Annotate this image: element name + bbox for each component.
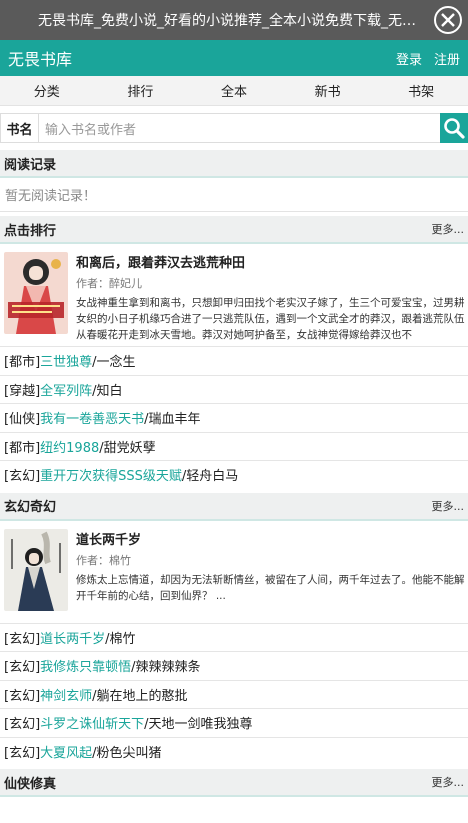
book-link[interactable]: 三世独尊 xyxy=(40,351,92,370)
genre-tag: [穿越] xyxy=(4,383,41,399)
book-link[interactable]: 我有一卷善恶天书 xyxy=(40,408,144,427)
register-link[interactable]: 注册 xyxy=(434,49,460,68)
book-author: /棉竹 xyxy=(105,631,136,647)
book-author: /瑞血丰年 xyxy=(144,412,201,428)
book-author: /甜党妖孽 xyxy=(99,440,156,456)
book-cover[interactable] xyxy=(4,252,68,334)
nav-item-bookshelf[interactable]: 书架 xyxy=(374,76,468,105)
section-header-hot: 点击排行 更多... xyxy=(0,216,468,244)
book-author: /辣辣辣辣条 xyxy=(131,660,201,676)
search-input[interactable]: 输入书名或作者 xyxy=(38,113,440,143)
close-icon[interactable] xyxy=(428,0,468,40)
book-link[interactable]: 全军列阵 xyxy=(40,380,92,399)
book-link[interactable]: 斗罗之诛仙斩天下 xyxy=(40,713,144,732)
section-title: 阅读记录 xyxy=(4,157,57,173)
more-link[interactable]: 更多... xyxy=(432,498,465,514)
site-logo[interactable]: 无畏书库 xyxy=(8,46,72,70)
genre-tag: [仙侠] xyxy=(4,412,41,428)
list-item: [玄幻] 我修炼只靠顿悟/辣辣辣辣条 xyxy=(0,651,468,680)
section-title: 仙侠修真 xyxy=(4,776,57,792)
book-description: 修炼太上忘情道，却因为无法斩断情丝，被留在了人间，两千年过去了。他能不能解开千年… xyxy=(76,573,465,602)
genre-tag: [玄幻] xyxy=(4,469,41,485)
book-author: /粉色尖叫猪 xyxy=(92,745,162,761)
window-titlebar: 无畏书库_免费小说_好看的小说推荐_全本小说免费下载_无畏书库 xyxy=(0,0,468,40)
book-description: 女战神重生拿到和离书，只想卸甲归田找个老实汉子嫁了，生三个可爱宝宝，过男耕女织的… xyxy=(76,297,465,340)
book-link[interactable]: 重开万次获得SSS级天赋 xyxy=(40,465,182,484)
section-header-fantasy: 玄幻奇幻 更多... xyxy=(0,492,468,521)
search-button[interactable] xyxy=(440,113,468,143)
book-link[interactable]: 道长两千岁 xyxy=(40,628,105,647)
section-header-xianxia: 仙侠修真 更多... xyxy=(0,769,468,797)
book-author: /知白 xyxy=(92,383,123,399)
book-link[interactable]: 纽约1988 xyxy=(40,437,99,456)
genre-tag: [都市] xyxy=(4,440,41,456)
genre-tag: [玄幻] xyxy=(4,688,41,704)
book-author: /躺在地上的憨批 xyxy=(92,688,188,704)
list-item: [玄幻] 重开万次获得SSS级天赋/轻舟白马 xyxy=(0,460,468,489)
main-nav: 分类 排行 全本 新书 书架 xyxy=(0,76,468,106)
window-title: 无畏书库_免费小说_好看的小说推荐_全本小说免费下载_无畏书库 xyxy=(38,13,428,29)
list-item: [穿越] 全军列阵/知白 xyxy=(0,374,468,404)
book-author: 作者：醉妃儿 xyxy=(76,277,142,290)
more-link[interactable]: 更多... xyxy=(432,221,465,237)
nav-item-new[interactable]: 新书 xyxy=(281,76,375,105)
section-title: 玄幻奇幻 xyxy=(4,500,57,515)
book-author: /天地一剑唯我独尊 xyxy=(144,717,253,733)
more-link[interactable]: 更多... xyxy=(432,774,465,790)
list-item: [玄幻] 神剑玄师/躺在地上的憨批 xyxy=(0,679,468,709)
book-list: [玄幻] 道长两千岁/棉竹 [玄幻] 我修炼只靠顿悟/辣辣辣辣条 [玄幻] 神剑玄师 /… xyxy=(0,622,468,766)
genre-tag: [玄幻] xyxy=(4,631,41,647)
featured-book[interactable]: 道长两千岁 作者：棉竹 修炼太上忘情道，却因为无法斩断情丝，被留在了人间，两千年… xyxy=(0,521,468,623)
reading-empty-text: 暂无阅读记录！ xyxy=(0,178,468,212)
book-author: 作者：棉竹 xyxy=(76,553,131,567)
genre-tag: [玄幻] xyxy=(4,745,41,761)
login-link[interactable]: 登录 xyxy=(396,49,422,68)
featured-book[interactable]: 和离后，跟着莽汉去逃荒种田 作者：醉妃儿 女战神重生拿到和离书，只想卸甲归田找个… xyxy=(0,244,468,346)
list-item: [仙侠] 我有一卷善恶天书/瑞血丰年 xyxy=(0,403,468,432)
genre-tag: [玄幻] xyxy=(4,717,41,733)
genre-tag: [都市] xyxy=(4,355,41,371)
book-title[interactable]: 道长两千岁 xyxy=(76,529,468,548)
nav-item-category[interactable]: 分类 xyxy=(0,76,94,105)
section-header-reading: 阅读记录 xyxy=(0,150,468,178)
search-type-label[interactable]: 书名 xyxy=(0,113,38,143)
book-link[interactable]: 神剑玄师 xyxy=(40,685,92,704)
list-item: [玄幻] 大夏风起/粉色尖叫猪 xyxy=(0,736,468,766)
book-title[interactable]: 和离后，跟着莽汉去逃荒种田 xyxy=(76,252,468,271)
book-link[interactable]: 大夏风起 xyxy=(40,742,92,761)
book-cover[interactable] xyxy=(4,528,68,611)
list-item: [都市] 三世独尊/一念生 xyxy=(0,346,468,375)
list-item: [玄幻] 斗罗之诛仙斩天下/天地一剑唯我独尊 xyxy=(0,708,468,737)
search-bar: 书名 输入书名或作者 xyxy=(0,110,468,146)
search-icon xyxy=(444,118,465,139)
book-list: [都市] 三世独尊/一念生 [穿越] 全军列阵/知白 [仙侠] 我有一卷善恶天书/瑞血… xyxy=(0,346,468,489)
section-title: 点击排行 xyxy=(4,223,57,239)
nav-item-ranking[interactable]: 排行 xyxy=(94,76,188,105)
book-author: /轻舟白马 xyxy=(181,469,239,485)
site-header: 无畏书库 登录 注册 xyxy=(0,40,468,76)
book-author: /一念生 xyxy=(92,355,136,371)
genre-tag: [玄幻] xyxy=(4,660,41,676)
nav-item-complete[interactable]: 全本 xyxy=(187,76,281,105)
list-item: [玄幻] 道长两千岁/棉竹 xyxy=(0,622,468,652)
list-item: [都市] 纽约1988/甜党妖孽 xyxy=(0,431,468,461)
book-link[interactable]: 我修炼只靠顿悟 xyxy=(40,656,131,675)
